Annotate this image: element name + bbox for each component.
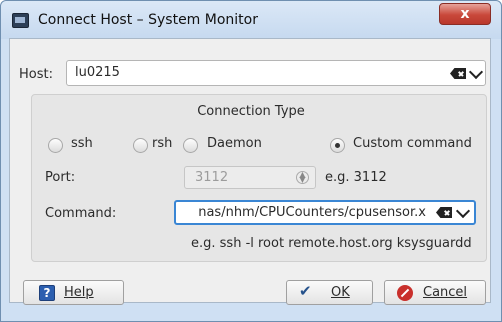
radio-custom-command-label[interactable]: Custom command [353,136,472,151]
close-icon: x [460,6,470,22]
help-button-label: Help [64,285,94,300]
help-button[interactable]: ? Help [23,280,124,305]
radio-rsh-label[interactable]: rsh [152,136,172,151]
connection-type-title: Connection Type [197,104,305,119]
radio-ssh[interactable] [48,138,63,153]
radio-custom-command[interactable] [330,138,345,153]
port-spinbox: 3112 ▲ ▼ [184,166,316,189]
command-label: Command: [45,206,117,221]
system-monitor-icon [12,13,29,28]
command-input[interactable]: nas/nhm/CPUCounters/cpusensor.x [198,205,426,220]
radio-rsh[interactable] [133,138,148,153]
command-combobox[interactable]: nas/nhm/CPUCounters/cpusensor.x [174,200,476,225]
title-bar[interactable]: Connect Host – System Monitor x [1,1,501,39]
command-example: e.g. ssh -l root remote.host.org ksysgua… [191,236,472,251]
chevron-down-icon[interactable] [468,64,484,80]
help-icon: ? [39,285,55,301]
check-icon: ✔ [299,282,312,300]
host-combobox[interactable]: lu0215 [66,60,486,86]
radio-daemon[interactable] [183,138,198,153]
host-label: Host: [19,67,53,82]
window-title: Connect Host – System Monitor [38,12,258,28]
host-input[interactable]: lu0215 [75,65,120,80]
port-label: Port: [45,170,76,185]
clear-text-icon[interactable] [436,207,452,218]
spin-arrows-icon: ▲ ▼ [296,171,309,184]
radio-daemon-label[interactable]: Daemon [207,136,262,151]
close-button[interactable]: x [439,3,491,25]
cancel-button[interactable]: Cancel [384,280,486,305]
clear-text-icon[interactable] [450,68,466,79]
radio-ssh-label[interactable]: ssh [71,136,93,151]
ok-button-label: OK [331,285,350,300]
chevron-down-icon[interactable] [455,203,471,219]
cancel-button-label: Cancel [423,285,468,300]
cancel-icon [397,285,413,301]
port-value: 3112 [195,170,229,185]
port-example: e.g. 3112 [325,170,387,185]
ok-button[interactable]: ✔ OK [286,280,373,305]
